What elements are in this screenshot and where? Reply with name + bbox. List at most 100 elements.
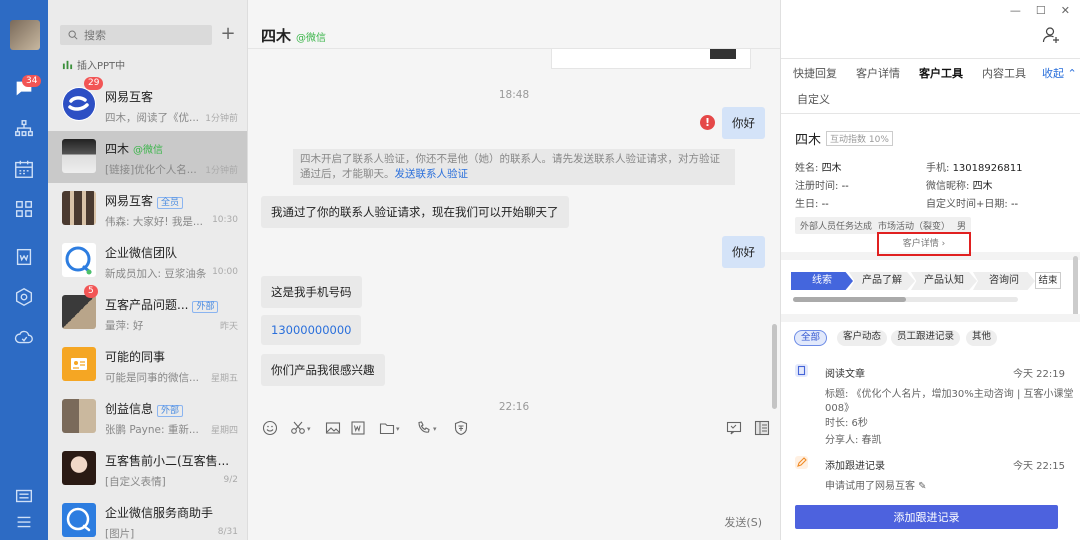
conversation-item[interactable]: 可能的同事 可能是同事的微信... 星期五 — [48, 339, 247, 391]
field-label: 微信昵称: — [926, 181, 970, 192]
customer-detail-link[interactable]: 客户详情 › — [877, 232, 971, 256]
maximize-button[interactable]: ☐ — [1036, 4, 1046, 17]
minimize-button[interactable]: — — [1010, 4, 1021, 17]
tab-customer-tools[interactable]: 客户工具 — [919, 65, 963, 81]
send-button[interactable]: 发送(S) — [724, 514, 762, 530]
field-value: -- — [841, 181, 849, 192]
collapse-toggle[interactable]: 收起 ⌃ — [1042, 65, 1077, 81]
chat-history-icon — [726, 421, 742, 435]
unread-badge: 29 — [84, 77, 104, 90]
event-title: 添加跟进记录 — [825, 461, 885, 472]
conversation-name: 互客产品问题... 外部 — [105, 296, 219, 313]
conversation-time: 10:00 — [212, 267, 238, 277]
filter-staff-followup[interactable]: 员工跟进记录 — [891, 330, 961, 346]
call-button[interactable]: ▾ — [416, 420, 437, 436]
ppt-insert-row[interactable]: 插入PPT中 — [62, 57, 126, 72]
calendar-nav-icon[interactable] — [12, 157, 36, 181]
tab-quick-reply[interactable]: 快捷回复 — [793, 65, 837, 81]
message-timestamp: 22:16 — [498, 401, 530, 410]
previous-link-card[interactable] — [551, 49, 751, 69]
conversation-item[interactable]: 5 互客产品问题... 外部 量萍: 好 昨天 — [48, 285, 247, 339]
message-bubble-incoming[interactable]: 我通过了你的联系人验证请求，现在我们可以开始聊天了 — [261, 196, 569, 228]
conversation-preview: 伟森: 大家好! 我是... — [105, 216, 203, 228]
search-box[interactable] — [60, 25, 212, 45]
stage-end-button[interactable]: 结束 — [1035, 272, 1061, 289]
conversation-name: 可能的同事 — [105, 350, 166, 364]
message-list[interactable]: 18:48 ! 你好 四木开启了联系人验证，你还不是他（她）的联系人。请先发送联… — [248, 48, 780, 410]
filter-customer-activity[interactable]: 客户动态 — [837, 330, 888, 346]
document-nav-icon[interactable] — [12, 245, 36, 269]
add-followup-button[interactable]: 添加跟进记录 — [795, 505, 1058, 529]
phone-number-message[interactable]: 13000000000 — [261, 315, 362, 345]
message-history-button[interactable] — [726, 420, 742, 436]
conversation-item[interactable]: 29 网易互客 四木，阅读了《优... 1分钟前 — [48, 77, 247, 131]
send-verification-link[interactable]: 发送联系人验证 — [395, 168, 469, 180]
event-time: 今天 22:15 — [1013, 461, 1065, 472]
message-bubble-outgoing[interactable]: 你好 — [722, 236, 765, 268]
user-avatar[interactable] — [10, 20, 40, 50]
field-value: -- — [1010, 199, 1019, 210]
chat-scrollbar[interactable] — [772, 324, 777, 409]
filter-other[interactable]: 其他 — [966, 330, 998, 346]
apps-grid-nav-icon[interactable] — [12, 197, 36, 221]
message-bubble-incoming[interactable]: 你们产品我很感兴趣 — [261, 354, 385, 386]
conversation-avatar — [62, 451, 96, 485]
close-button[interactable]: ✕ — [1061, 4, 1070, 17]
stage-product-understanding[interactable]: 产品了解 — [849, 272, 915, 290]
conversation-item[interactable]: 企业微信团队 新成员加入: 豆浆油条 10:00 — [48, 235, 247, 287]
followup-icon — [795, 456, 808, 469]
folder-button[interactable]: ▾ — [379, 420, 400, 436]
add-conversation-button[interactable]: + — [220, 25, 236, 45]
add-member-button[interactable] — [1042, 26, 1060, 44]
emoji-icon — [262, 420, 278, 436]
conversation-preview: 量萍: 好 — [105, 320, 144, 332]
panel-scrollbar[interactable] — [1073, 256, 1078, 321]
stage-lead[interactable]: 线索 — [791, 272, 853, 290]
conversation-name: 四木 @微信 — [105, 140, 163, 157]
cloud-nav-icon[interactable] — [12, 325, 36, 349]
message-bubble-incoming[interactable]: 这是我手机号码 — [261, 276, 362, 308]
send-failed-icon[interactable]: ! — [700, 115, 715, 130]
verification-system-note: 四木开启了联系人验证，你还不是他（她）的联系人。请先发送联系人验证请求，对方验证… — [293, 149, 735, 185]
stage-consultation[interactable]: 咨询问 — [973, 272, 1035, 290]
customer-panel-tabs: 快捷回复 客户详情 客户工具 内容工具 收起 ⌃ 自定义 — [781, 58, 1080, 114]
conversation-item[interactable]: 网易互客 全员 伟森: 大家好! 我是... 10:30 — [48, 183, 247, 235]
message-bubble-outgoing[interactable]: 你好 — [722, 107, 765, 139]
conversation-item-active[interactable]: 四木 @微信 [链接]优化个人名... 1分钟前 — [48, 131, 247, 183]
contacts-nav-icon[interactable] — [12, 117, 36, 141]
external-tag: 外部 — [157, 405, 184, 417]
event-detail: 申请试用了网易互客 ✎ — [825, 481, 927, 492]
chat-panel: 四木 @微信 18:48 ! 你好 四木开启了联系人验证，你还不是他（她）的联系… — [248, 0, 780, 540]
menu-nav-icon[interactable] — [12, 510, 36, 534]
conversation-item[interactable]: 创益信息 外部 张鹏 Payne: 重新... 星期四 — [48, 391, 247, 443]
cube-nav-icon[interactable] — [12, 285, 36, 309]
conversation-preview: 四木，阅读了《优... — [105, 112, 200, 124]
tab-content-tools[interactable]: 内容工具 — [982, 65, 1026, 81]
stage-product-awareness[interactable]: 产品认知 — [911, 272, 977, 290]
screenshot-button[interactable]: ▾ — [290, 420, 311, 436]
shield-button[interactable] — [453, 420, 469, 436]
conversation-time: 8/31 — [217, 527, 238, 537]
search-icon — [68, 30, 78, 40]
tab-customize[interactable]: 自定义 — [797, 91, 830, 107]
word-doc-button[interactable] — [350, 420, 366, 436]
field-register-time: 注册时间: -- — [795, 177, 849, 192]
sidebar-panel-icon — [754, 420, 770, 436]
search-input[interactable] — [84, 27, 204, 43]
conversation-time: 10:30 — [212, 215, 238, 225]
image-button[interactable] — [325, 420, 341, 436]
field-label: 自定义时间+日期: — [926, 199, 1008, 210]
emoji-button[interactable] — [262, 420, 278, 436]
ppt-insert-label: 插入PPT中 — [77, 60, 126, 72]
customer-panel-toggle[interactable] — [754, 420, 770, 436]
conversation-name: 网易互客 全员 — [105, 192, 184, 209]
tab-customer-details[interactable]: 客户详情 — [856, 65, 900, 81]
filter-all[interactable]: 全部 — [794, 330, 828, 346]
conversation-item[interactable]: 互客售前小二(互客售... [自定义表情] 9/2 — [48, 443, 247, 495]
keyboard-nav-icon[interactable] — [12, 484, 36, 508]
customer-tag-chip[interactable]: 外部人员任务达成 — [795, 217, 878, 234]
conversation-time: 星期四 — [210, 426, 238, 436]
message-composer[interactable]: 发送(S) — [248, 446, 780, 540]
conversation-item[interactable]: 企业微信服务商助手 [图片] 8/31 — [48, 495, 247, 540]
field-birthday: 生日: -- — [795, 195, 829, 210]
